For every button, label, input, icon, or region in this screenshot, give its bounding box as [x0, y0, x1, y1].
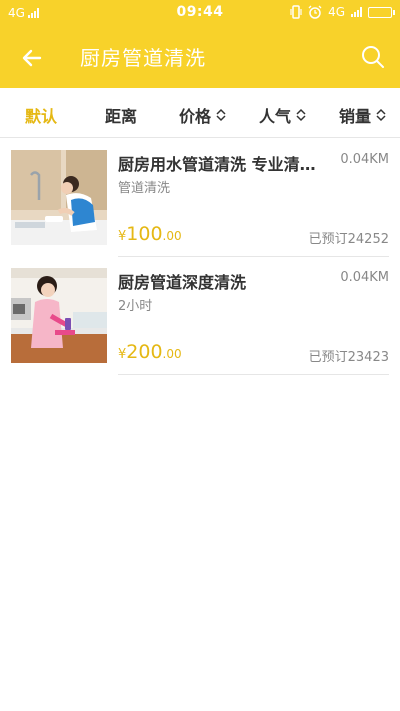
- service-title: 厨房管道深度清洗: [118, 273, 247, 292]
- service-card[interactable]: 厨房管道深度清洗 0.04KM 2小时 ¥ 200 .00 已预订23423: [0, 257, 400, 375]
- sort-popularity-toggle-icon: [296, 108, 306, 122]
- sort-popularity-label: 人气: [259, 107, 292, 126]
- sort-price-toggle-icon: [216, 108, 226, 122]
- sort-price[interactable]: 价格: [179, 103, 227, 127]
- back-button[interactable]: [18, 44, 46, 72]
- sort-sales-label: 销量: [339, 107, 372, 126]
- card-divider: [118, 374, 389, 375]
- service-thumbnail: [11, 268, 107, 363]
- booked-count: 已预订23423: [308, 350, 389, 365]
- sort-default-label: 默认: [25, 107, 58, 126]
- search-icon: [362, 46, 384, 68]
- status-right: 4G: [290, 5, 395, 19]
- service-card[interactable]: 厨房用水管道清洗 专业清洁... 0.04KM 管道清洗 ¥ 100 .00 已…: [0, 139, 400, 257]
- price-currency: ¥: [118, 347, 127, 362]
- page-title: 厨房管道清洗: [80, 46, 206, 70]
- service-title: 厨房用水管道清洗 专业清洁...: [118, 155, 328, 174]
- network-label-2: 4G: [328, 5, 345, 19]
- service-thumbnail: [11, 150, 107, 245]
- cleaning-lady-image: [11, 150, 107, 245]
- status-bar: 4G 09:44 4G: [0, 0, 400, 26]
- price-decimal: .00: [162, 229, 182, 243]
- service-distance: 0.04KM: [340, 270, 389, 285]
- battery-icon: [368, 6, 395, 18]
- sort-price-label: 价格: [179, 107, 212, 126]
- sort-default[interactable]: 默认: [25, 103, 57, 127]
- cleaning-lady-image: [11, 268, 107, 363]
- price-decimal: .00: [162, 347, 182, 361]
- sort-sales[interactable]: 销量: [339, 103, 387, 127]
- back-arrow-icon: [22, 49, 42, 67]
- price-integer: 100: [126, 223, 163, 245]
- service-distance: 0.04KM: [340, 152, 389, 167]
- price-integer: 200: [126, 341, 163, 363]
- service-subtitle: 管道清洗: [118, 181, 171, 196]
- sort-popularity[interactable]: 人气: [259, 103, 307, 127]
- price-currency: ¥: [118, 229, 127, 244]
- sort-distance-label: 距离: [105, 107, 138, 126]
- sort-distance[interactable]: 距离: [105, 103, 137, 127]
- service-price: ¥ 200 .00: [118, 341, 182, 363]
- app-header: 4G 09:44 4G 厨房管道清洗: [0, 0, 400, 88]
- service-price: ¥ 100 .00: [118, 223, 182, 245]
- service-subtitle: 2小时: [118, 299, 153, 314]
- booked-count: 已预订24252: [308, 232, 389, 247]
- vibrate-icon: [290, 5, 302, 19]
- signal-icon-2: [351, 7, 362, 17]
- sort-sales-toggle-icon: [376, 108, 386, 122]
- sort-bar: 默认 距离 价格 人气 销量: [0, 88, 400, 138]
- alarm-icon: [308, 5, 322, 19]
- search-button[interactable]: [360, 44, 386, 70]
